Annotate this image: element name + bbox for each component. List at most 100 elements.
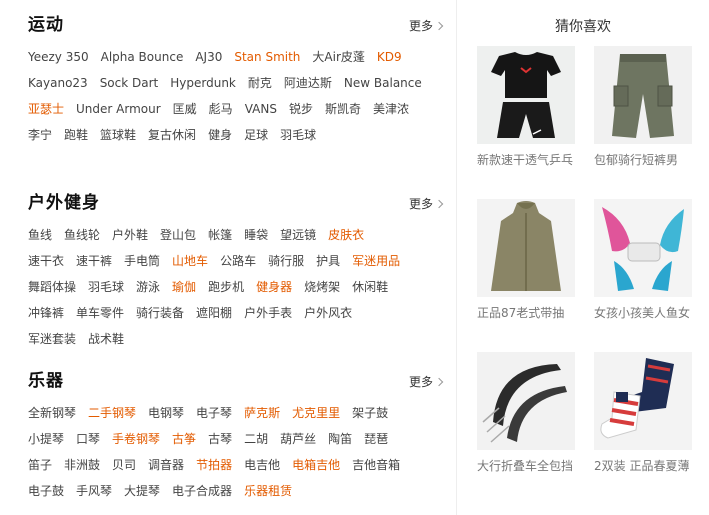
tag-link[interactable]: 李宁 bbox=[28, 122, 52, 148]
tag-link[interactable]: 架子鼓 bbox=[352, 400, 388, 426]
tag-link[interactable]: 篮球鞋 bbox=[100, 122, 136, 148]
tag-link[interactable]: 遮阳棚 bbox=[196, 300, 232, 326]
product-card[interactable]: 大行折叠车全包挡 bbox=[477, 352, 575, 474]
tag-link[interactable]: Under Armour bbox=[76, 96, 161, 122]
tag-link[interactable]: 帐篷 bbox=[208, 222, 232, 248]
tag-link[interactable]: 锐步 bbox=[289, 96, 313, 122]
tag-link-highlighted[interactable]: 乐器租赁 bbox=[244, 478, 292, 504]
more-link[interactable]: 更多 bbox=[409, 374, 444, 390]
tag-link[interactable]: 电吉他 bbox=[244, 452, 280, 478]
tag-link[interactable]: 速干裤 bbox=[76, 248, 112, 274]
tag-link[interactable]: 速干衣 bbox=[28, 248, 64, 274]
tag-link[interactable]: 吉他音箱 bbox=[352, 452, 400, 478]
tag-link[interactable]: 望远镜 bbox=[280, 222, 316, 248]
tag-link[interactable]: 鱼线 bbox=[28, 222, 52, 248]
tag-row: 军迷套装 战术鞋 bbox=[28, 326, 442, 352]
tag-link[interactable]: VANS bbox=[245, 96, 277, 122]
tag-link[interactable]: 舞蹈体操 bbox=[28, 274, 76, 300]
section-sports: 运动 更多 Yeezy 350 Alpha Bounce AJ30 Stan Smith 大… bbox=[28, 14, 444, 148]
tag-link[interactable]: 骑行装备 bbox=[136, 300, 184, 326]
tag-link[interactable]: 羽毛球 bbox=[280, 122, 316, 148]
tag-link[interactable]: 休闲鞋 bbox=[352, 274, 388, 300]
tag-link[interactable]: 健身 bbox=[208, 122, 232, 148]
tag-link[interactable]: 电子鼓 bbox=[28, 478, 64, 504]
tag-link[interactable]: 睡袋 bbox=[244, 222, 268, 248]
tag-link[interactable]: 小提琴 bbox=[28, 426, 64, 452]
tag-link[interactable]: 军迷套装 bbox=[28, 326, 76, 352]
tag-link[interactable]: 美津浓 bbox=[373, 96, 409, 122]
tag-link[interactable]: 单车零件 bbox=[76, 300, 124, 326]
tag-link-highlighted[interactable]: 军迷用品 bbox=[352, 248, 400, 274]
tag-link-highlighted[interactable]: 亚瑟士 bbox=[28, 96, 64, 122]
tag-link[interactable]: 跑鞋 bbox=[64, 122, 88, 148]
tag-link[interactable]: 匡威 bbox=[173, 96, 197, 122]
tag-link[interactable]: 古琴 bbox=[208, 426, 232, 452]
tag-link[interactable]: 鱼线轮 bbox=[64, 222, 100, 248]
tag-link[interactable]: 陶笛 bbox=[328, 426, 352, 452]
tag-link-highlighted[interactable]: 皮肤衣 bbox=[328, 222, 364, 248]
tag-link[interactable]: 电子合成器 bbox=[172, 478, 232, 504]
product-card[interactable]: 2双装 正品春夏薄 bbox=[594, 352, 692, 474]
tag-link[interactable]: 二胡 bbox=[244, 426, 268, 452]
tag-link[interactable]: 大Air皮蓬 bbox=[312, 44, 364, 70]
tag-link[interactable]: 电子琴 bbox=[196, 400, 232, 426]
tag-link-highlighted[interactable]: 健身器 bbox=[256, 274, 292, 300]
tag-link[interactable]: 跑步机 bbox=[208, 274, 244, 300]
tag-link[interactable]: 贝司 bbox=[112, 452, 136, 478]
tag-link[interactable]: 公路车 bbox=[220, 248, 256, 274]
tag-link[interactable]: Sock Dart bbox=[100, 70, 159, 96]
tag-link-highlighted[interactable]: 尤克里里 bbox=[292, 400, 340, 426]
product-card[interactable]: 包郁骑行短裤男 bbox=[594, 46, 692, 168]
tag-link-highlighted[interactable]: Stan Smith bbox=[234, 44, 300, 70]
tag-link[interactable]: 户外手表 bbox=[244, 300, 292, 326]
tag-link[interactable]: 全新钢琴 bbox=[28, 400, 76, 426]
tag-link[interactable]: 冲锋裤 bbox=[28, 300, 64, 326]
tag-link[interactable]: New Balance bbox=[344, 70, 422, 96]
tag-link[interactable]: 口琴 bbox=[76, 426, 100, 452]
tag-link-highlighted[interactable]: 二手钢琴 bbox=[88, 400, 136, 426]
tag-link[interactable]: 电钢琴 bbox=[148, 400, 184, 426]
tag-link[interactable]: 户外风衣 bbox=[304, 300, 352, 326]
tag-link[interactable]: Alpha Bounce bbox=[101, 44, 184, 70]
tag-link[interactable]: 游泳 bbox=[136, 274, 160, 300]
tag-link-highlighted[interactable]: 节拍器 bbox=[196, 452, 232, 478]
tag-link[interactable]: 户外鞋 bbox=[112, 222, 148, 248]
tag-link[interactable]: Yeezy 350 bbox=[28, 44, 89, 70]
tag-link[interactable]: 彪马 bbox=[209, 96, 233, 122]
tag-link[interactable]: 调音器 bbox=[148, 452, 184, 478]
tag-link[interactable]: 非洲鼓 bbox=[64, 452, 100, 478]
tag-link-highlighted[interactable]: KD9 bbox=[377, 44, 402, 70]
tag-link[interactable]: 笛子 bbox=[28, 452, 52, 478]
product-card[interactable]: 女孩小孩美人鱼女 bbox=[594, 199, 692, 321]
tag-link-highlighted[interactable]: 山地车 bbox=[172, 248, 208, 274]
tag-link[interactable]: 大提琴 bbox=[124, 478, 160, 504]
tag-link[interactable]: 琵琶 bbox=[364, 426, 388, 452]
tag-link[interactable]: 战术鞋 bbox=[88, 326, 124, 352]
tag-link[interactable]: 斯凯奇 bbox=[325, 96, 361, 122]
more-link[interactable]: 更多 bbox=[409, 18, 444, 34]
product-card[interactable]: 新款速干透气乒乓 bbox=[477, 46, 575, 168]
tag-link-highlighted[interactable]: 瑜伽 bbox=[172, 274, 196, 300]
tag-link[interactable]: AJ30 bbox=[195, 44, 222, 70]
tag-link[interactable]: 阿迪达斯 bbox=[284, 70, 332, 96]
more-link[interactable]: 更多 bbox=[409, 196, 444, 212]
tag-link-highlighted[interactable]: 古筝 bbox=[172, 426, 196, 452]
tag-link[interactable]: 羽毛球 bbox=[88, 274, 124, 300]
tag-link[interactable]: 手风琴 bbox=[76, 478, 112, 504]
product-caption: 大行折叠车全包挡 bbox=[477, 459, 574, 473]
tag-link-highlighted[interactable]: 电箱吉他 bbox=[292, 452, 340, 478]
tag-link[interactable]: Hyperdunk bbox=[170, 70, 236, 96]
tag-link[interactable]: 手电筒 bbox=[124, 248, 160, 274]
tag-link[interactable]: 骑行服 bbox=[268, 248, 304, 274]
tag-link[interactable]: 复古休闲 bbox=[148, 122, 196, 148]
tag-link-highlighted[interactable]: 萨克斯 bbox=[244, 400, 280, 426]
tag-link[interactable]: 登山包 bbox=[160, 222, 196, 248]
tag-link[interactable]: 护具 bbox=[316, 248, 340, 274]
tag-link[interactable]: Kayano23 bbox=[28, 70, 88, 96]
tag-link[interactable]: 葫芦丝 bbox=[280, 426, 316, 452]
tag-link[interactable]: 耐克 bbox=[248, 70, 272, 96]
product-card[interactable]: 正品87老式带抽 bbox=[477, 199, 575, 321]
tag-link-highlighted[interactable]: 手卷钢琴 bbox=[112, 426, 160, 452]
tag-link[interactable]: 足球 bbox=[244, 122, 268, 148]
tag-link[interactable]: 烧烤架 bbox=[304, 274, 340, 300]
